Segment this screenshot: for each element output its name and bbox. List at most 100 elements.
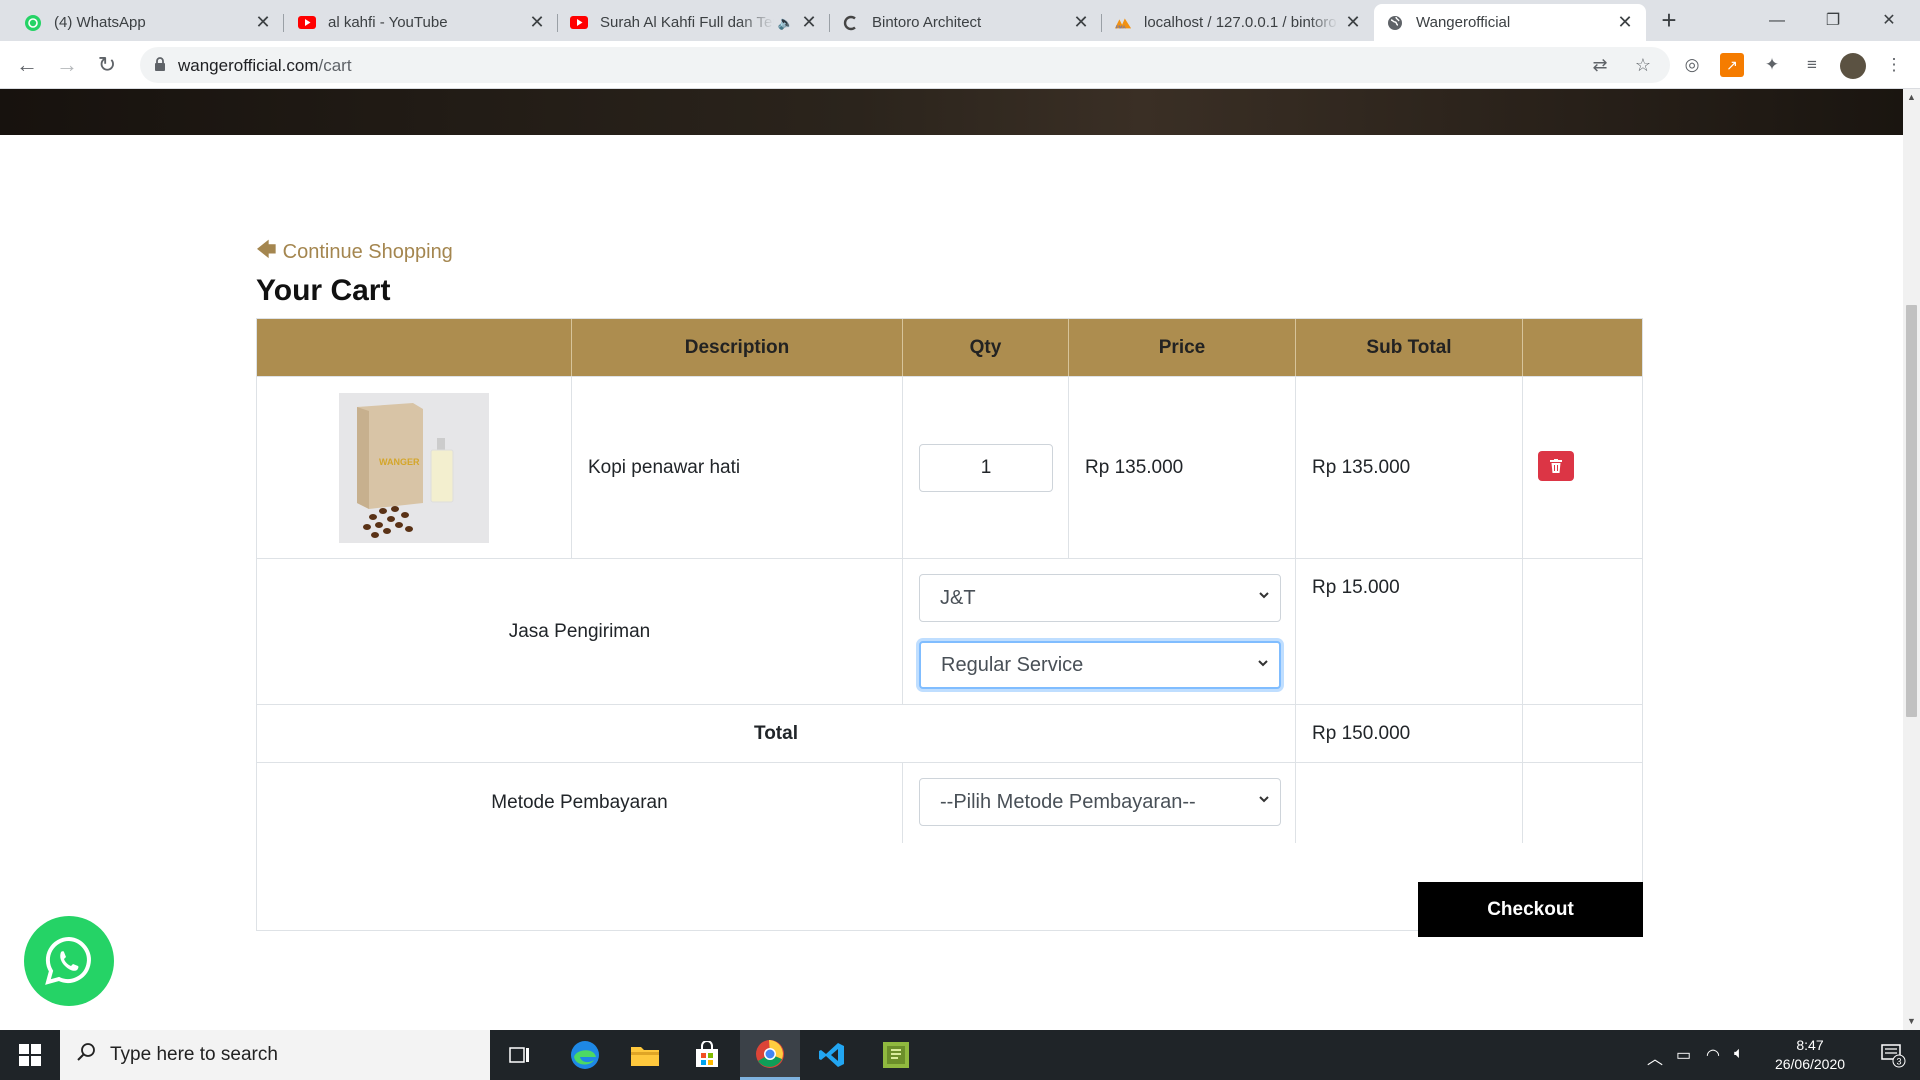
extension-chart-icon[interactable]: ↗ <box>1720 53 1744 77</box>
tab-title: Bintoro Architect <box>872 14 982 31</box>
tab-whatsapp[interactable]: (4) WhatsApp ✕ <box>12 4 284 41</box>
chrome-app[interactable] <box>740 1030 800 1080</box>
media-control-icon[interactable]: ≡ <box>1800 53 1824 77</box>
empty-cell <box>1296 763 1523 843</box>
item-description: Kopi penawar hati <box>572 377 903 558</box>
tab-youtube-2[interactable]: Surah Al Kahfi Full dan Terjemahan 🔈 ✕ <box>558 4 830 41</box>
vscode-app[interactable] <box>802 1030 862 1080</box>
edge-icon <box>571 1041 599 1069</box>
back-button[interactable]: ← <box>12 50 42 80</box>
folder-icon <box>631 1047 659 1066</box>
whatsapp-chat-button[interactable] <box>24 916 114 1006</box>
close-tab-icon[interactable]: ✕ <box>800 12 818 33</box>
shipping-cost: Rp 15.000 <box>1296 559 1523 704</box>
tab-title: (4) WhatsApp <box>54 14 146 31</box>
shipping-label: Jasa Pengiriman <box>257 559 903 704</box>
profile-avatar[interactable] <box>1840 53 1866 79</box>
cart-table: Description Qty Price Sub Total WANGER K… <box>256 318 1643 931</box>
tab-phpmyadmin[interactable]: PMA localhost / 127.0.0.1 / bintoro ✕ <box>1102 4 1374 41</box>
edge-app[interactable] <box>555 1030 615 1080</box>
item-price: Rp 135.000 <box>1069 377 1296 558</box>
extensions-puzzle-icon[interactable]: ✦ <box>1760 53 1784 77</box>
continue-shopping-label: Continue Shopping <box>282 240 453 263</box>
action-cell <box>1523 377 1642 558</box>
notepadpp-app[interactable] <box>866 1030 926 1080</box>
product-brand: WANGER <box>379 457 420 467</box>
page-scrollbar[interactable]: ▲ ▼ <box>1903 89 1920 1030</box>
restore-button[interactable]: ❐ <box>1810 0 1856 41</box>
tab-youtube-1[interactable]: al kahfi - YouTube ✕ <box>286 4 558 41</box>
store-app[interactable] <box>677 1030 737 1080</box>
delete-item-button[interactable] <box>1538 450 1574 481</box>
address-bar[interactable]: wangerofficial.com/cart ⇄ ☆ <box>140 47 1670 83</box>
screen: (4) WhatsApp ✕ al kahfi - YouTube ✕ Sura… <box>0 0 1920 1080</box>
continue-shopping-link[interactable]: 🡄 Continue Shopping <box>256 235 453 269</box>
forward-button[interactable]: → <box>52 50 82 80</box>
quantity-input[interactable]: 1 <box>919 443 1053 492</box>
file-explorer-app[interactable] <box>615 1030 675 1080</box>
scroll-down-icon[interactable]: ▼ <box>1903 1013 1920 1030</box>
close-window-button[interactable]: ✕ <box>1866 0 1912 41</box>
notification-icon: 3 <box>1881 1044 1906 1068</box>
menu-kebab-icon[interactable]: ⋮ <box>1882 53 1906 77</box>
lock-icon[interactable] <box>154 57 166 77</box>
taskbar-search[interactable]: Type here to search <box>60 1030 490 1080</box>
minimize-button[interactable]: — <box>1754 0 1800 41</box>
store-icon <box>696 1041 718 1067</box>
tab-bintoro[interactable]: Bintoro Architect ✕ <box>830 4 1102 41</box>
payment-method-select[interactable]: --Pilih Metode Pembayaran-- <box>919 778 1281 826</box>
site-icon <box>842 14 860 32</box>
windows-taskbar: Type here to search ︿ ▭ ◠ 🔈︎ 8:47 26/06/… <box>0 1030 1920 1080</box>
item-subtotal: Rp 135.000 <box>1296 377 1523 558</box>
empty-cell <box>1523 559 1642 704</box>
shipping-row: Jasa Pengiriman J&T Regular Service Rp 1… <box>257 559 1642 705</box>
battery-icon[interactable]: ▭ <box>1676 1045 1691 1065</box>
show-hidden-icons-icon[interactable]: ︿ <box>1647 1045 1663 1069</box>
scrollbar-thumb[interactable] <box>1906 305 1917 717</box>
close-tab-icon[interactable]: ✕ <box>1344 12 1362 33</box>
total-value: Rp 150.000 <box>1296 705 1523 762</box>
new-tab-button[interactable]: + <box>1655 6 1683 34</box>
volume-icon[interactable]: 🔈︎ <box>1734 1045 1744 1063</box>
scroll-up-icon[interactable]: ▲ <box>1903 89 1920 106</box>
table-row: WANGER Kopi penawar hati 1 Rp 135.000 Rp… <box>257 377 1642 559</box>
clock-time: 8:47 <box>1796 1037 1824 1053</box>
globe-icon <box>1386 14 1404 32</box>
system-clock[interactable]: 8:47 26/06/2020 <box>1762 1036 1858 1074</box>
courier-select[interactable]: J&T <box>919 574 1281 622</box>
start-button[interactable] <box>0 1030 60 1080</box>
svg-text:PMA: PMA <box>1116 24 1127 29</box>
column-header-description: Description <box>572 319 903 376</box>
search-icon <box>76 1042 96 1068</box>
tab-wangerofficial[interactable]: Wangerofficial ✕ <box>1374 4 1646 41</box>
chevron-down-icon <box>1259 796 1269 803</box>
wifi-icon[interactable]: ◠ <box>1706 1045 1720 1065</box>
task-view-button[interactable] <box>490 1030 550 1080</box>
reload-button[interactable]: ↻ <box>92 50 122 80</box>
translate-icon[interactable]: ⇄ <box>1588 53 1612 77</box>
checkout-button[interactable]: Checkout <box>1418 882 1643 937</box>
whatsapp-icon <box>45 936 91 985</box>
whatsapp-icon <box>24 14 42 32</box>
product-image-cell: WANGER <box>257 377 572 558</box>
bookmark-star-icon[interactable]: ☆ <box>1631 53 1655 77</box>
close-tab-icon[interactable]: ✕ <box>528 12 546 33</box>
search-placeholder: Type here to search <box>110 1044 278 1065</box>
task-view-icon <box>509 1047 529 1063</box>
payment-placeholder: --Pilih Metode Pembayaran-- <box>940 790 1196 813</box>
action-center-button[interactable]: 3 <box>1866 1030 1920 1080</box>
column-header-qty: Qty <box>903 319 1069 376</box>
courier-value: J&T <box>940 586 976 609</box>
chevron-down-icon <box>1258 660 1268 667</box>
column-header-price: Price <box>1069 319 1296 376</box>
chevron-down-icon <box>1259 592 1269 599</box>
close-tab-icon[interactable]: ✕ <box>254 12 272 33</box>
service-select[interactable]: Regular Service <box>919 641 1281 689</box>
close-tab-icon[interactable]: ✕ <box>1616 12 1634 33</box>
speaker-icon[interactable]: 🔈 <box>778 15 794 31</box>
tab-title: al kahfi - YouTube <box>328 14 448 31</box>
close-tab-icon[interactable]: ✕ <box>1072 12 1090 33</box>
extension-icon[interactable]: ◎ <box>1680 53 1704 77</box>
page-viewport: 🡄 Continue Shopping Your Cart Descriptio… <box>0 89 1903 1030</box>
empty-cell <box>1523 705 1642 762</box>
